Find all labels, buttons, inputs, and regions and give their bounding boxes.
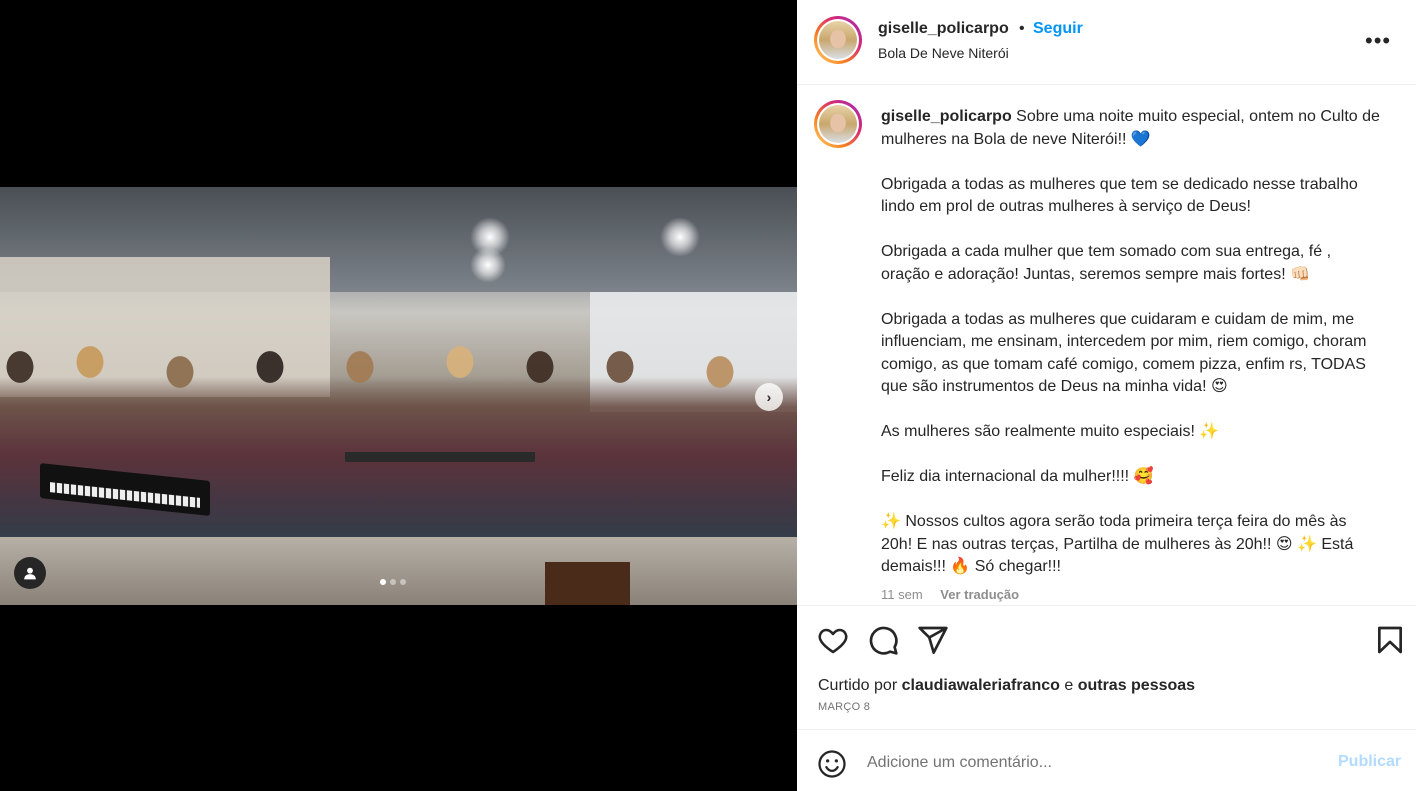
photo-crowd xyxy=(0,337,797,537)
see-translation-button[interactable]: Ver tradução xyxy=(940,587,1019,602)
tagged-users-button[interactable] xyxy=(14,557,46,589)
caption-username[interactable]: giselle_policarpo xyxy=(881,108,1012,125)
likes-prefix: Curtido por xyxy=(818,677,902,694)
liker-username[interactable]: claudiawaleriafranco xyxy=(902,677,1060,694)
caption-section: giselle_policarpo Sobre uma noite muito … xyxy=(797,86,1416,605)
caption-avatar[interactable] xyxy=(814,100,862,148)
heart-icon[interactable] xyxy=(817,624,849,656)
photo-table xyxy=(345,452,535,462)
avatar-image xyxy=(819,21,857,59)
bookmark-icon[interactable] xyxy=(1374,624,1406,656)
post-date[interactable]: MARÇO 8 xyxy=(818,701,870,713)
publish-button[interactable]: Publicar xyxy=(1338,753,1401,771)
caption-meta: 11 sem Ver tradução xyxy=(881,587,1019,602)
action-bar: Curtido por claudiawaleriafranco e outra… xyxy=(797,605,1416,730)
photo-cajon xyxy=(545,562,630,605)
next-slide-button[interactable]: › xyxy=(755,383,783,411)
likes-summary: Curtido por claudiawaleriafranco e outra… xyxy=(818,677,1195,695)
post-photo[interactable] xyxy=(0,187,797,605)
avatar[interactable] xyxy=(814,16,862,64)
header-username[interactable]: giselle_policarpo xyxy=(878,20,1009,38)
user-icon xyxy=(24,567,36,580)
emoji-icon[interactable] xyxy=(817,749,847,779)
caption-text: giselle_policarpo Sobre uma noite muito … xyxy=(881,106,1381,579)
comment-input[interactable] xyxy=(867,749,1307,777)
carousel-dot xyxy=(380,579,386,585)
location-link[interactable]: Bola De Neve Niterói xyxy=(878,45,1009,61)
share-icon[interactable] xyxy=(917,624,949,656)
comment-icon[interactable] xyxy=(867,624,899,656)
carousel-dot xyxy=(400,579,406,585)
post-media-area: › xyxy=(0,0,797,791)
photo-floor xyxy=(0,537,797,605)
post-time[interactable]: 11 sem xyxy=(881,587,923,602)
caption-body: Sobre uma noite muito especial, ontem no… xyxy=(881,108,1380,575)
other-likers-link[interactable]: outras pessoas xyxy=(1078,677,1195,694)
carousel-dot xyxy=(390,579,396,585)
follow-button[interactable]: Seguir xyxy=(1033,20,1083,38)
carousel-dots xyxy=(380,579,406,585)
photo-light xyxy=(660,217,700,257)
separator-dot: • xyxy=(1019,20,1025,37)
add-comment-bar: Publicar xyxy=(797,731,1416,791)
post-details-panel: giselle_policarpo • Seguir Bola De Neve … xyxy=(797,0,1416,791)
post-header: giselle_policarpo • Seguir Bola De Neve … xyxy=(797,0,1416,85)
more-options-button[interactable]: ••• xyxy=(1365,30,1391,52)
likes-conj: e xyxy=(1059,677,1078,694)
avatar-image xyxy=(819,105,857,143)
photo-light xyxy=(470,247,506,283)
